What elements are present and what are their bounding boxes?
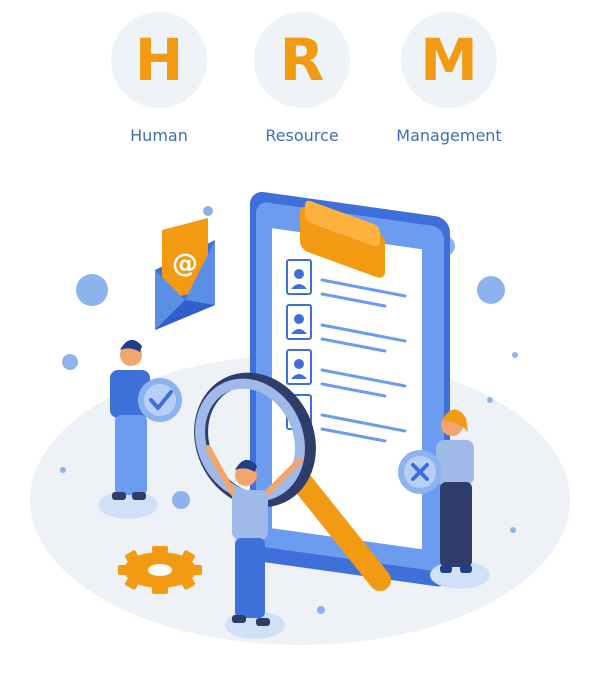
svg-text:@: @ (172, 249, 198, 279)
checkmark-icon (138, 378, 182, 422)
x-mark-icon (398, 450, 442, 494)
email-at-icon: @ (155, 218, 215, 330)
hrm-illustration: @ (30, 191, 570, 645)
gear-icon (118, 546, 202, 594)
